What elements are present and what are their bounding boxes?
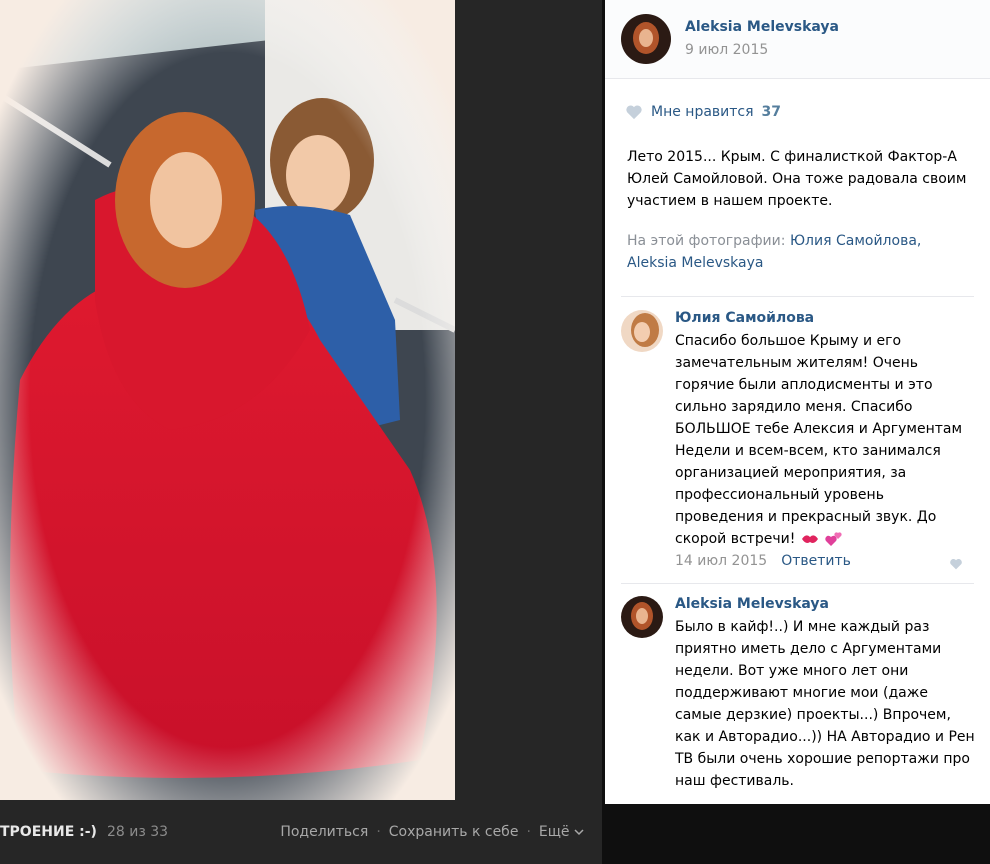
separator-dot: · [526,824,531,840]
album-title[interactable]: ТРОЕНИЕ :-) [0,824,97,840]
hearts-icon [825,532,842,546]
tagged-people: На этой фотографии: Юлия Самойлова, Alek… [627,230,967,274]
comment-text: Было в кайф!..) И мне каждый раз приятно… [675,619,975,789]
viewer-actions: Поделиться · Сохранить к себе · Ещё [280,824,584,840]
comment-meta: 14 июл 2015 Ответить [675,553,851,569]
author-avatar[interactable] [621,14,671,64]
heart-icon [626,105,642,120]
info-panel: Aleksia Melevskaya 9 июл 2015 Мне нравит… [605,0,990,804]
comment-author[interactable]: Aleksia Melevskaya [675,596,829,612]
divider [621,296,974,297]
post-author-block: Aleksia Melevskaya 9 июл 2015 [605,0,990,79]
comment-text-body: Спасибо большое Крыму и его замечательны… [675,333,963,547]
chevron-down-icon [574,829,584,836]
reply-button[interactable]: Ответить [781,553,851,569]
save-button[interactable]: Сохранить к себе [389,824,519,840]
author-name[interactable]: Aleksia Melevskaya [685,19,839,35]
more-label: Ещё [538,824,570,840]
more-button[interactable]: Ещё [539,824,584,840]
post-date[interactable]: 9 июл 2015 [685,42,768,58]
avatar-image [621,14,671,64]
photo-image [0,0,455,800]
divider [621,583,974,584]
comment-avatar[interactable] [621,310,663,352]
like-count: 37 [761,104,782,120]
tagged-person-link[interactable]: Aleksia Melevskaya [627,255,763,271]
tagged-person-link[interactable]: Юлия Самойлова, [790,233,921,249]
photo-description: Лето 2015... Крым. С финалисткой Фактор-… [627,149,967,209]
photo-counter: 28 из 33 [106,824,169,840]
avatar-image [621,310,663,352]
share-button[interactable]: Поделиться [280,824,368,840]
like-button[interactable]: Мне нравится 37 [625,104,781,120]
kiss-icon [801,535,818,543]
comment-date[interactable]: 14 июл 2015 [675,553,767,569]
viewer-bottom-bar: ТРОЕНИЕ :-) 28 из 33 Поделиться · Сохран… [0,810,602,854]
comment-avatar[interactable] [621,596,663,638]
comment-text: Спасибо большое Крыму и его замечательны… [675,330,975,550]
tagged-label: На этой фотографии: [627,233,786,249]
comment-author[interactable]: Юлия Самойлова [675,310,814,326]
avatar-image [621,596,663,638]
heart-icon[interactable] [949,558,963,570]
photo[interactable] [0,0,455,800]
separator-dot: · [376,824,381,840]
photo-viewer: ТРОЕНИЕ :-) 28 из 33 Поделиться · Сохран… [0,0,602,864]
like-label: Мне нравится [651,104,754,120]
